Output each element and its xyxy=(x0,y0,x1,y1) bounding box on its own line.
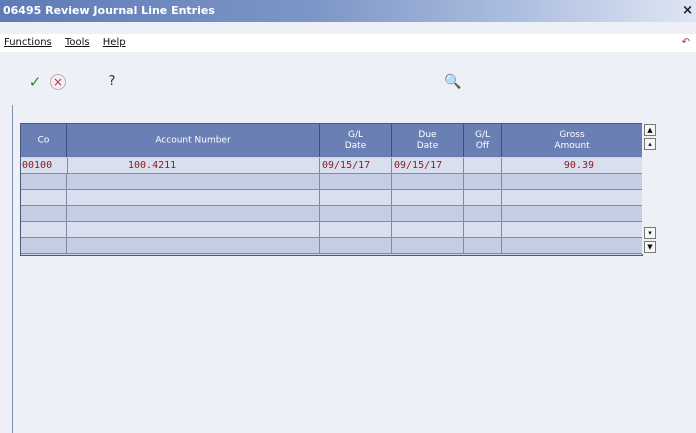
title-bar: 06495 Review Journal Line Entries × xyxy=(0,0,696,22)
cell-gl-date[interactable] xyxy=(320,222,392,237)
corner-icon[interactable]: ↶ xyxy=(682,34,690,52)
col-header-due-date[interactable]: Due Date xyxy=(392,124,464,157)
help-button[interactable]: ? xyxy=(102,72,122,92)
cell-gl-date[interactable]: 09/15/17 xyxy=(320,158,392,173)
cell-gl-date[interactable] xyxy=(320,174,392,189)
cell-account-number[interactable] xyxy=(67,174,320,189)
table-row[interactable] xyxy=(21,174,642,190)
cell-co[interactable] xyxy=(21,190,67,205)
table-row[interactable]: 00100 100.4211 09/15/17 09/15/17 90.39 xyxy=(21,158,642,174)
scroll-up-icon[interactable]: ▴ xyxy=(644,138,656,150)
checkmark-icon: ✓ xyxy=(28,73,42,91)
search-icon: 🔍 xyxy=(444,74,462,90)
cell-gl-off[interactable] xyxy=(464,222,502,237)
grid-rows: 00100 100.4211 09/15/17 09/15/17 90.39 xyxy=(21,158,642,254)
menu-bar: Functions Tools Help ↶ xyxy=(0,34,696,52)
scroll-top-icon[interactable]: ▲ xyxy=(644,124,656,136)
cell-gl-off[interactable] xyxy=(464,190,502,205)
cell-co[interactable] xyxy=(21,206,67,221)
cell-due-date[interactable] xyxy=(392,238,464,253)
cell-gl-off[interactable] xyxy=(464,174,502,189)
ok-button[interactable]: ✓ xyxy=(25,72,45,92)
cell-gross-amount[interactable] xyxy=(502,190,642,205)
col-header-co[interactable]: Co xyxy=(21,124,67,157)
grid-scrollbar[interactable]: ▲ ▴ ▾ ▼ xyxy=(642,123,656,254)
col-header-gl-date[interactable]: G/L Date xyxy=(320,124,392,157)
menu-functions[interactable]: Functions xyxy=(4,37,52,48)
cell-gross-amount[interactable] xyxy=(502,206,642,221)
cancel-icon: × xyxy=(50,74,66,90)
cancel-button[interactable]: × xyxy=(48,72,68,92)
col-header-gross-amount[interactable]: Gross Amount xyxy=(502,124,642,157)
help-icon: ? xyxy=(108,74,116,89)
table-row[interactable] xyxy=(21,222,642,238)
journal-lines-grid: Co Account Number G/L Date Due Date G/L … xyxy=(20,123,643,256)
cell-due-date[interactable] xyxy=(392,222,464,237)
close-icon[interactable]: × xyxy=(682,0,693,22)
toolbar: ✓ × ? 🔍 xyxy=(15,55,693,105)
scroll-bottom-icon[interactable]: ▼ xyxy=(644,241,656,253)
cell-gross-amount[interactable]: 90.39 xyxy=(502,158,594,173)
cell-co[interactable] xyxy=(21,174,67,189)
cell-due-date[interactable] xyxy=(392,206,464,221)
cell-co[interactable] xyxy=(21,222,67,237)
cell-account-number[interactable]: 100.4211 xyxy=(67,158,320,173)
cell-due-date[interactable] xyxy=(392,190,464,205)
menu-help[interactable]: Help xyxy=(103,37,126,48)
cell-account-number[interactable] xyxy=(67,206,320,221)
cell-due-date[interactable] xyxy=(392,174,464,189)
cell-gross-amount[interactable] xyxy=(502,222,642,237)
cell-gross-amount[interactable] xyxy=(502,174,642,189)
cell-due-date[interactable]: 09/15/17 xyxy=(392,158,464,173)
table-row[interactable] xyxy=(21,206,642,222)
col-header-gl-off[interactable]: G/L Off xyxy=(464,124,502,157)
cell-co[interactable] xyxy=(21,238,67,253)
cell-gross-amount[interactable] xyxy=(502,238,642,253)
scroll-down-icon[interactable]: ▾ xyxy=(644,227,656,239)
cell-gl-off[interactable] xyxy=(464,238,502,253)
cell-account-number[interactable] xyxy=(67,190,320,205)
cell-co[interactable]: 00100 xyxy=(21,158,68,173)
cell-gl-date[interactable] xyxy=(320,206,392,221)
cell-gl-off[interactable] xyxy=(464,206,502,221)
cell-gl-off[interactable] xyxy=(464,158,502,173)
cell-account-number[interactable] xyxy=(67,222,320,237)
table-row[interactable] xyxy=(21,190,642,206)
grid-header: Co Account Number G/L Date Due Date G/L … xyxy=(21,124,642,157)
left-divider xyxy=(12,105,13,433)
search-button[interactable]: 🔍 xyxy=(443,72,463,92)
cell-gl-date[interactable] xyxy=(320,190,392,205)
col-header-account[interactable]: Account Number xyxy=(67,124,320,157)
table-row[interactable] xyxy=(21,238,642,254)
cell-account-number[interactable] xyxy=(67,238,320,253)
window-title: 06495 Review Journal Line Entries xyxy=(3,4,215,17)
menu-tools[interactable]: Tools xyxy=(65,37,90,48)
cell-gl-date[interactable] xyxy=(320,238,392,253)
